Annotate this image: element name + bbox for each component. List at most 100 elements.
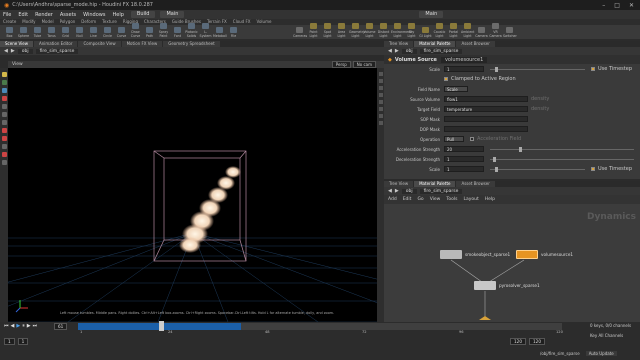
main-desktop-dropdown[interactable]: Main [160, 11, 185, 18]
back-arrow-icon[interactable]: ◀ [4, 48, 8, 54]
deceleration-strength-slider[interactable] [490, 156, 634, 162]
pose-tool-icon[interactable] [1, 96, 7, 101]
menu-assets[interactable]: Assets [60, 12, 76, 18]
step-back-icon[interactable]: ◀ [11, 323, 15, 329]
path-segment-obj[interactable]: obj [401, 188, 417, 194]
grid-toggle-icon[interactable] [378, 93, 383, 97]
jump-end-icon[interactable]: ⏭ [33, 323, 38, 329]
use-timestep-checkbox[interactable] [591, 167, 596, 171]
brush-tool-icon[interactable] [1, 144, 7, 149]
network-editor[interactable]: Dynamics smokeobject_sparse1 volumesourc… [384, 204, 640, 322]
tool-platonic[interactable]: Platonic Solids [185, 23, 198, 38]
path-segment-network[interactable]: fire_sim_sparse [419, 188, 463, 194]
forward-arrow-icon[interactable]: ▶ [395, 188, 399, 194]
bottom-scale-slider[interactable] [490, 166, 586, 172]
tool-spot-light[interactable]: Spot Light [321, 23, 334, 38]
network-menu-add[interactable]: Add [388, 197, 397, 202]
scale-field[interactable]: 1 [444, 66, 484, 72]
back-arrow-icon[interactable]: ◀ [388, 188, 392, 194]
forward-arrow-icon[interactable]: ▶ [11, 48, 15, 54]
end-frame-field-2[interactable]: 120 [529, 338, 545, 345]
scale-slider[interactable] [490, 66, 586, 72]
tool-volume-light[interactable]: Volume Light [363, 23, 376, 38]
lock-icon[interactable] [1, 160, 7, 165]
move-tool-icon[interactable] [1, 104, 7, 109]
bottom-scale-field[interactable]: 1 [444, 166, 484, 172]
tool-null[interactable]: Null [73, 27, 86, 38]
sop-mask-field[interactable] [444, 116, 528, 122]
menu-file[interactable]: File [3, 12, 11, 18]
build-desktop-button[interactable]: Build [130, 11, 156, 18]
back-arrow-icon[interactable]: ◀ [388, 48, 392, 54]
rotate-tool-icon[interactable] [1, 112, 7, 117]
use-timestep-checkbox[interactable] [591, 67, 596, 71]
slider-knob[interactable] [494, 66, 498, 72]
network-menu-tools[interactable]: Tools [446, 197, 457, 202]
tool-draw-curve[interactable]: Draw Curve [129, 23, 142, 38]
view-tool-icon[interactable] [1, 88, 7, 93]
bounds-icon[interactable] [378, 100, 383, 104]
menu-render[interactable]: Render [35, 12, 53, 18]
network-menu-edit[interactable]: Edit [403, 197, 412, 202]
select-tool-icon[interactable] [1, 72, 7, 77]
field-name-dropdown[interactable]: Scale [444, 86, 468, 92]
play-icon[interactable]: ▶ [16, 323, 20, 329]
clamp-active-region-checkbox[interactable] [444, 77, 448, 81]
snap-icon[interactable] [1, 136, 7, 141]
persp-dropdown[interactable]: Persp [331, 61, 351, 68]
right-desktop-dropdown[interactable]: Main [419, 11, 444, 18]
normals-icon[interactable] [378, 107, 383, 111]
handle-tool-icon[interactable] [1, 80, 7, 85]
minimize-button[interactable]: – [602, 2, 605, 9]
tool-sphere[interactable]: Sphere [17, 27, 30, 38]
tool-point-light[interactable]: Point Light [307, 23, 320, 38]
node-smokeobject[interactable] [440, 250, 462, 259]
tool-file[interactable]: File [227, 27, 240, 38]
magnet-icon[interactable] [1, 128, 7, 133]
step-forward-icon[interactable]: ▶ [27, 323, 31, 329]
key-all-channels-button[interactable]: Key All Channels [590, 333, 638, 338]
acceleration-strength-slider[interactable] [490, 146, 634, 152]
tool-circle[interactable]: Circle [101, 27, 114, 38]
tool-path[interactable]: Path [143, 27, 156, 38]
path-segment-network[interactable]: fire_sim_sparse [35, 48, 79, 54]
operation-dropdown[interactable]: Pull [444, 136, 464, 142]
network-menu-go[interactable]: Go [417, 197, 423, 202]
end-frame-field[interactable]: 120 [510, 338, 526, 345]
target-field-field[interactable]: temperature [444, 106, 528, 112]
tool-portal-light[interactable]: Portal Light [447, 23, 460, 38]
scene-viewport[interactable] [8, 68, 377, 322]
tool-sky-light[interactable]: Sky Light [405, 23, 418, 38]
tool-line[interactable]: Line [87, 27, 100, 38]
path-segment-network[interactable]: fire_sim_sparse [419, 48, 463, 54]
slider-knob[interactable] [494, 166, 498, 172]
maximize-button[interactable]: □ [614, 2, 620, 9]
menu-edit[interactable]: Edit [18, 12, 28, 18]
timeline-playhead[interactable] [159, 321, 165, 331]
network-menu-layout[interactable]: Layout [463, 197, 478, 202]
tool-tube[interactable]: Tube [31, 27, 44, 38]
node-pyrosolver[interactable] [474, 281, 496, 290]
acceleration-field-checkbox[interactable] [470, 137, 474, 141]
pause-icon[interactable]: ⏸ [22, 323, 25, 329]
tool-caustic-light[interactable]: Caustic Light [433, 23, 446, 38]
slider-knob[interactable] [492, 156, 496, 162]
tool-switcher[interactable]: Switcher [503, 27, 517, 38]
tool-torus[interactable]: Torus [45, 27, 58, 38]
tool-font[interactable]: Font [171, 27, 184, 38]
path-segment-obj[interactable]: obj [401, 48, 417, 54]
node-name-field[interactable]: volumesource1 [440, 56, 488, 63]
tool-metaball[interactable]: Metaball [213, 27, 227, 38]
jump-start-icon[interactable]: ⏮ [4, 323, 9, 329]
tool-cam[interactable]: Camera [475, 27, 488, 38]
path-segment-obj[interactable]: obj [17, 48, 33, 54]
tool-curve[interactable]: Curve [115, 27, 128, 38]
current-frame-field[interactable]: 61 [54, 323, 68, 330]
source-volume-field[interactable]: flow1 [444, 96, 528, 102]
menu-help[interactable]: Help [112, 12, 123, 18]
node-volumesource[interactable] [516, 250, 538, 259]
start-frame-field-2[interactable]: 1 [17, 338, 29, 345]
acceleration-strength-field[interactable]: 20 [444, 146, 484, 152]
camera-dropdown[interactable]: No cam [352, 61, 376, 68]
display-options-icon[interactable] [378, 72, 383, 76]
